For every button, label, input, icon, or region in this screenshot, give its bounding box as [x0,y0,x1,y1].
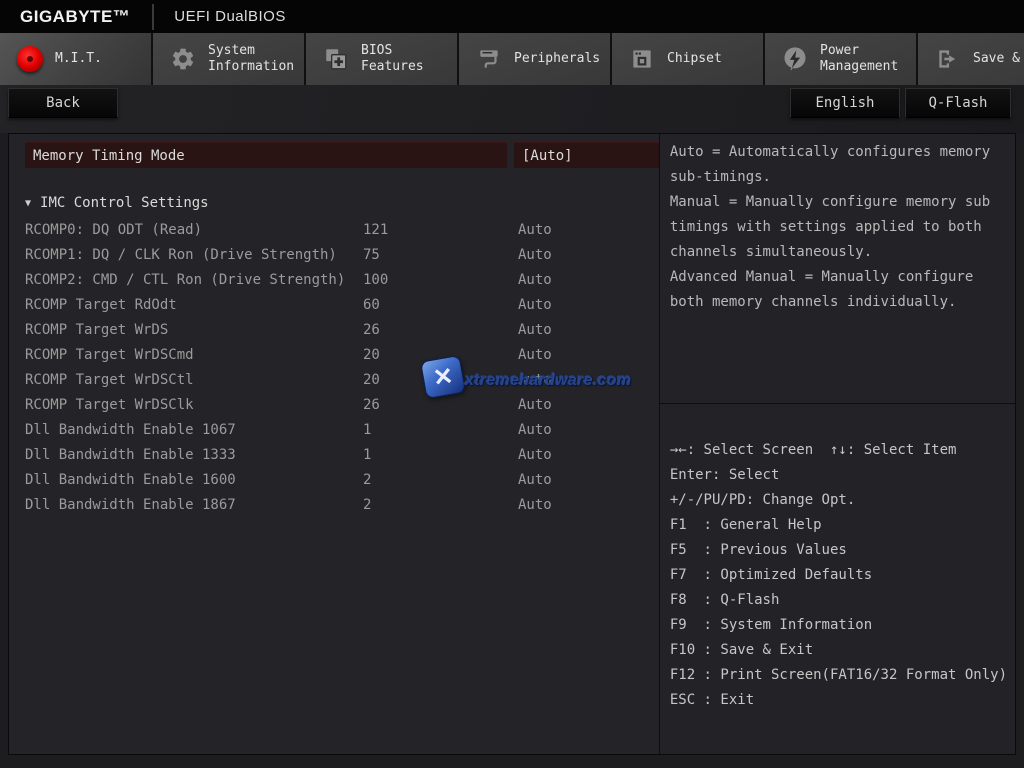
key-hint-line: F5 : Previous Values [670,538,1007,563]
toolbar-row: Back English Q-Flash [0,85,1024,133]
setting-row[interactable]: Dll Bandwidth Enable 1867 2 Auto [9,492,684,517]
setting-row[interactable]: RCOMP0: DQ ODT (Read) 121 Auto [9,217,684,242]
help-line: both memory channels individually. [670,290,1005,315]
setting-row[interactable]: RCOMP Target WrDSCmd 20 Auto [9,342,684,367]
setting-label: RCOMP Target WrDSCmd [25,347,363,363]
help-line: Advanced Manual = Manually configure [670,265,1005,290]
setting-row[interactable]: Dll Bandwidth Enable 1333 1 Auto [9,442,684,467]
setting-row[interactable]: RCOMP Target WrDS 26 Auto [9,317,684,342]
setting-label: RCOMP2: CMD / CTL Ron (Drive Strength) [25,272,363,288]
setting-value: 1 [363,422,518,438]
setting-label: RCOMP Target RdOdt [25,297,363,313]
tab-label: Power Management [820,43,916,75]
tab-save-exit[interactable]: Save & Exit [918,33,1024,85]
setting-label: RCOMP Target WrDS [25,322,363,338]
peripherals-icon [475,45,503,73]
help-line: Auto = Automatically configures memory [670,140,1005,165]
top-bar: GIGABYTE™ UEFI DualBIOS [0,0,1024,33]
key-hint-line: Enter: Select [670,463,1007,488]
setting-row[interactable]: RCOMP Target WrDSCtl 20 Auto [9,367,684,392]
setting-value: 20 [363,372,518,388]
content-frame: Memory Timing Mode [Auto] ▼ IMC Control … [8,133,1016,755]
setting-label: RCOMP Target WrDSCtl [25,372,363,388]
tab-bar: M.I.T. System Information BIOS Features … [0,33,1024,85]
setting-label: Dll Bandwidth Enable 1600 [25,472,363,488]
tab-label: M.I.T. [55,51,151,67]
bios-screen: { "header": { "brand": "GIGABYTE™", "tit… [0,0,1024,768]
setting-row[interactable]: Dll Bandwidth Enable 1067 1 Auto [9,417,684,442]
tab-power-management[interactable]: Power Management [765,33,916,85]
setting-row[interactable]: Dll Bandwidth Enable 1600 2 Auto [9,467,684,492]
setting-value: 2 [363,472,518,488]
setting-value: 1 [363,447,518,463]
key-hints: →←: Select Screen ↑↓: Select Item Enter:… [660,404,1015,713]
section-title: IMC Control Settings [40,195,209,211]
key-hint-line: F7 : Optimized Defaults [670,563,1007,588]
tab-label: System Information [208,43,304,75]
setting-label: Dll Bandwidth Enable 1867 [25,497,363,513]
key-hint-line: ESC : Exit [670,688,1007,713]
help-line: Manual = Manually configure memory sub [670,190,1005,215]
key-hint-line: +/-/PU/PD: Change Opt. [670,488,1007,513]
setting-value: 20 [363,347,518,363]
collapse-triangle-icon: ▼ [25,198,31,209]
help-line: timings with settings applied to both [670,215,1005,240]
help-line: sub-timings. [670,165,1005,190]
setting-label: RCOMP1: DQ / CLK Ron (Drive Strength) [25,247,363,263]
settings-panel: Memory Timing Mode [Auto] ▼ IMC Control … [9,134,659,754]
key-hint-line: F10 : Save & Exit [670,638,1007,663]
back-button[interactable]: Back [8,88,118,118]
setting-row[interactable]: RCOMP1: DQ / CLK Ron (Drive Strength) 75… [9,242,684,267]
setting-label: RCOMP Target WrDSClk [25,397,363,413]
key-hint-line: F1 : General Help [670,513,1007,538]
tab-label: BIOS Features [361,43,457,75]
tab-chipset[interactable]: Chipset [612,33,763,85]
save-exit-icon [934,45,962,73]
settings-list: RCOMP0: DQ ODT (Read) 121 Auto RCOMP1: D… [9,217,684,517]
setting-label: Dll Bandwidth Enable 1067 [25,422,363,438]
bios-icon [322,45,350,73]
item-help-text: Auto = Automatically configures memory s… [660,134,1015,404]
help-panel: Auto = Automatically configures memory s… [659,134,1015,754]
key-hint-line: F9 : System Information [670,613,1007,638]
tab-label: Peripherals [514,51,610,67]
imc-section-header[interactable]: ▼ IMC Control Settings [25,195,209,211]
key-hint-line: F8 : Q-Flash [670,588,1007,613]
gigabyte-logo: GIGABYTE™ [0,7,152,27]
language-button[interactable]: English [790,88,900,118]
chipset-icon [628,45,656,73]
setting-row[interactable]: RCOMP Target WrDSClk 26 Auto [9,392,684,417]
help-line: channels simultaneously. [670,240,1005,265]
setting-value: 2 [363,497,518,513]
selected-setting-value[interactable]: [Auto] [514,142,668,168]
setting-value: 100 [363,272,518,288]
setting-value: 26 [363,322,518,338]
setting-value: 121 [363,222,518,238]
tab-label: Save & Exit [973,51,1024,67]
key-hint-line: F12 : Print Screen(FAT16/32 Format Only) [670,663,1007,688]
qflash-button[interactable]: Q-Flash [905,88,1011,118]
power-icon [781,45,809,73]
tab-mit[interactable]: M.I.T. [0,33,151,85]
setting-value: 60 [363,297,518,313]
key-hint-line: →←: Select Screen ↑↓: Select Item [670,438,1007,463]
setting-row[interactable]: RCOMP2: CMD / CTL Ron (Drive Strength) 1… [9,267,684,292]
setting-row[interactable]: RCOMP Target RdOdt 60 Auto [9,292,684,317]
selected-setting-row[interactable]: Memory Timing Mode [Auto] [25,142,668,168]
tab-label: Chipset [667,51,763,67]
tab-peripherals[interactable]: Peripherals [459,33,610,85]
firmware-title: UEFI DualBIOS [154,8,286,25]
tab-bios-features[interactable]: BIOS Features [306,33,457,85]
selected-setting-label: Memory Timing Mode [25,142,507,168]
setting-value: 75 [363,247,518,263]
setting-label: RCOMP0: DQ ODT (Read) [25,222,363,238]
setting-label: Dll Bandwidth Enable 1333 [25,447,363,463]
setting-value: 26 [363,397,518,413]
red-dot-icon [16,45,44,73]
gear-icon [169,45,197,73]
tab-system-information[interactable]: System Information [153,33,304,85]
